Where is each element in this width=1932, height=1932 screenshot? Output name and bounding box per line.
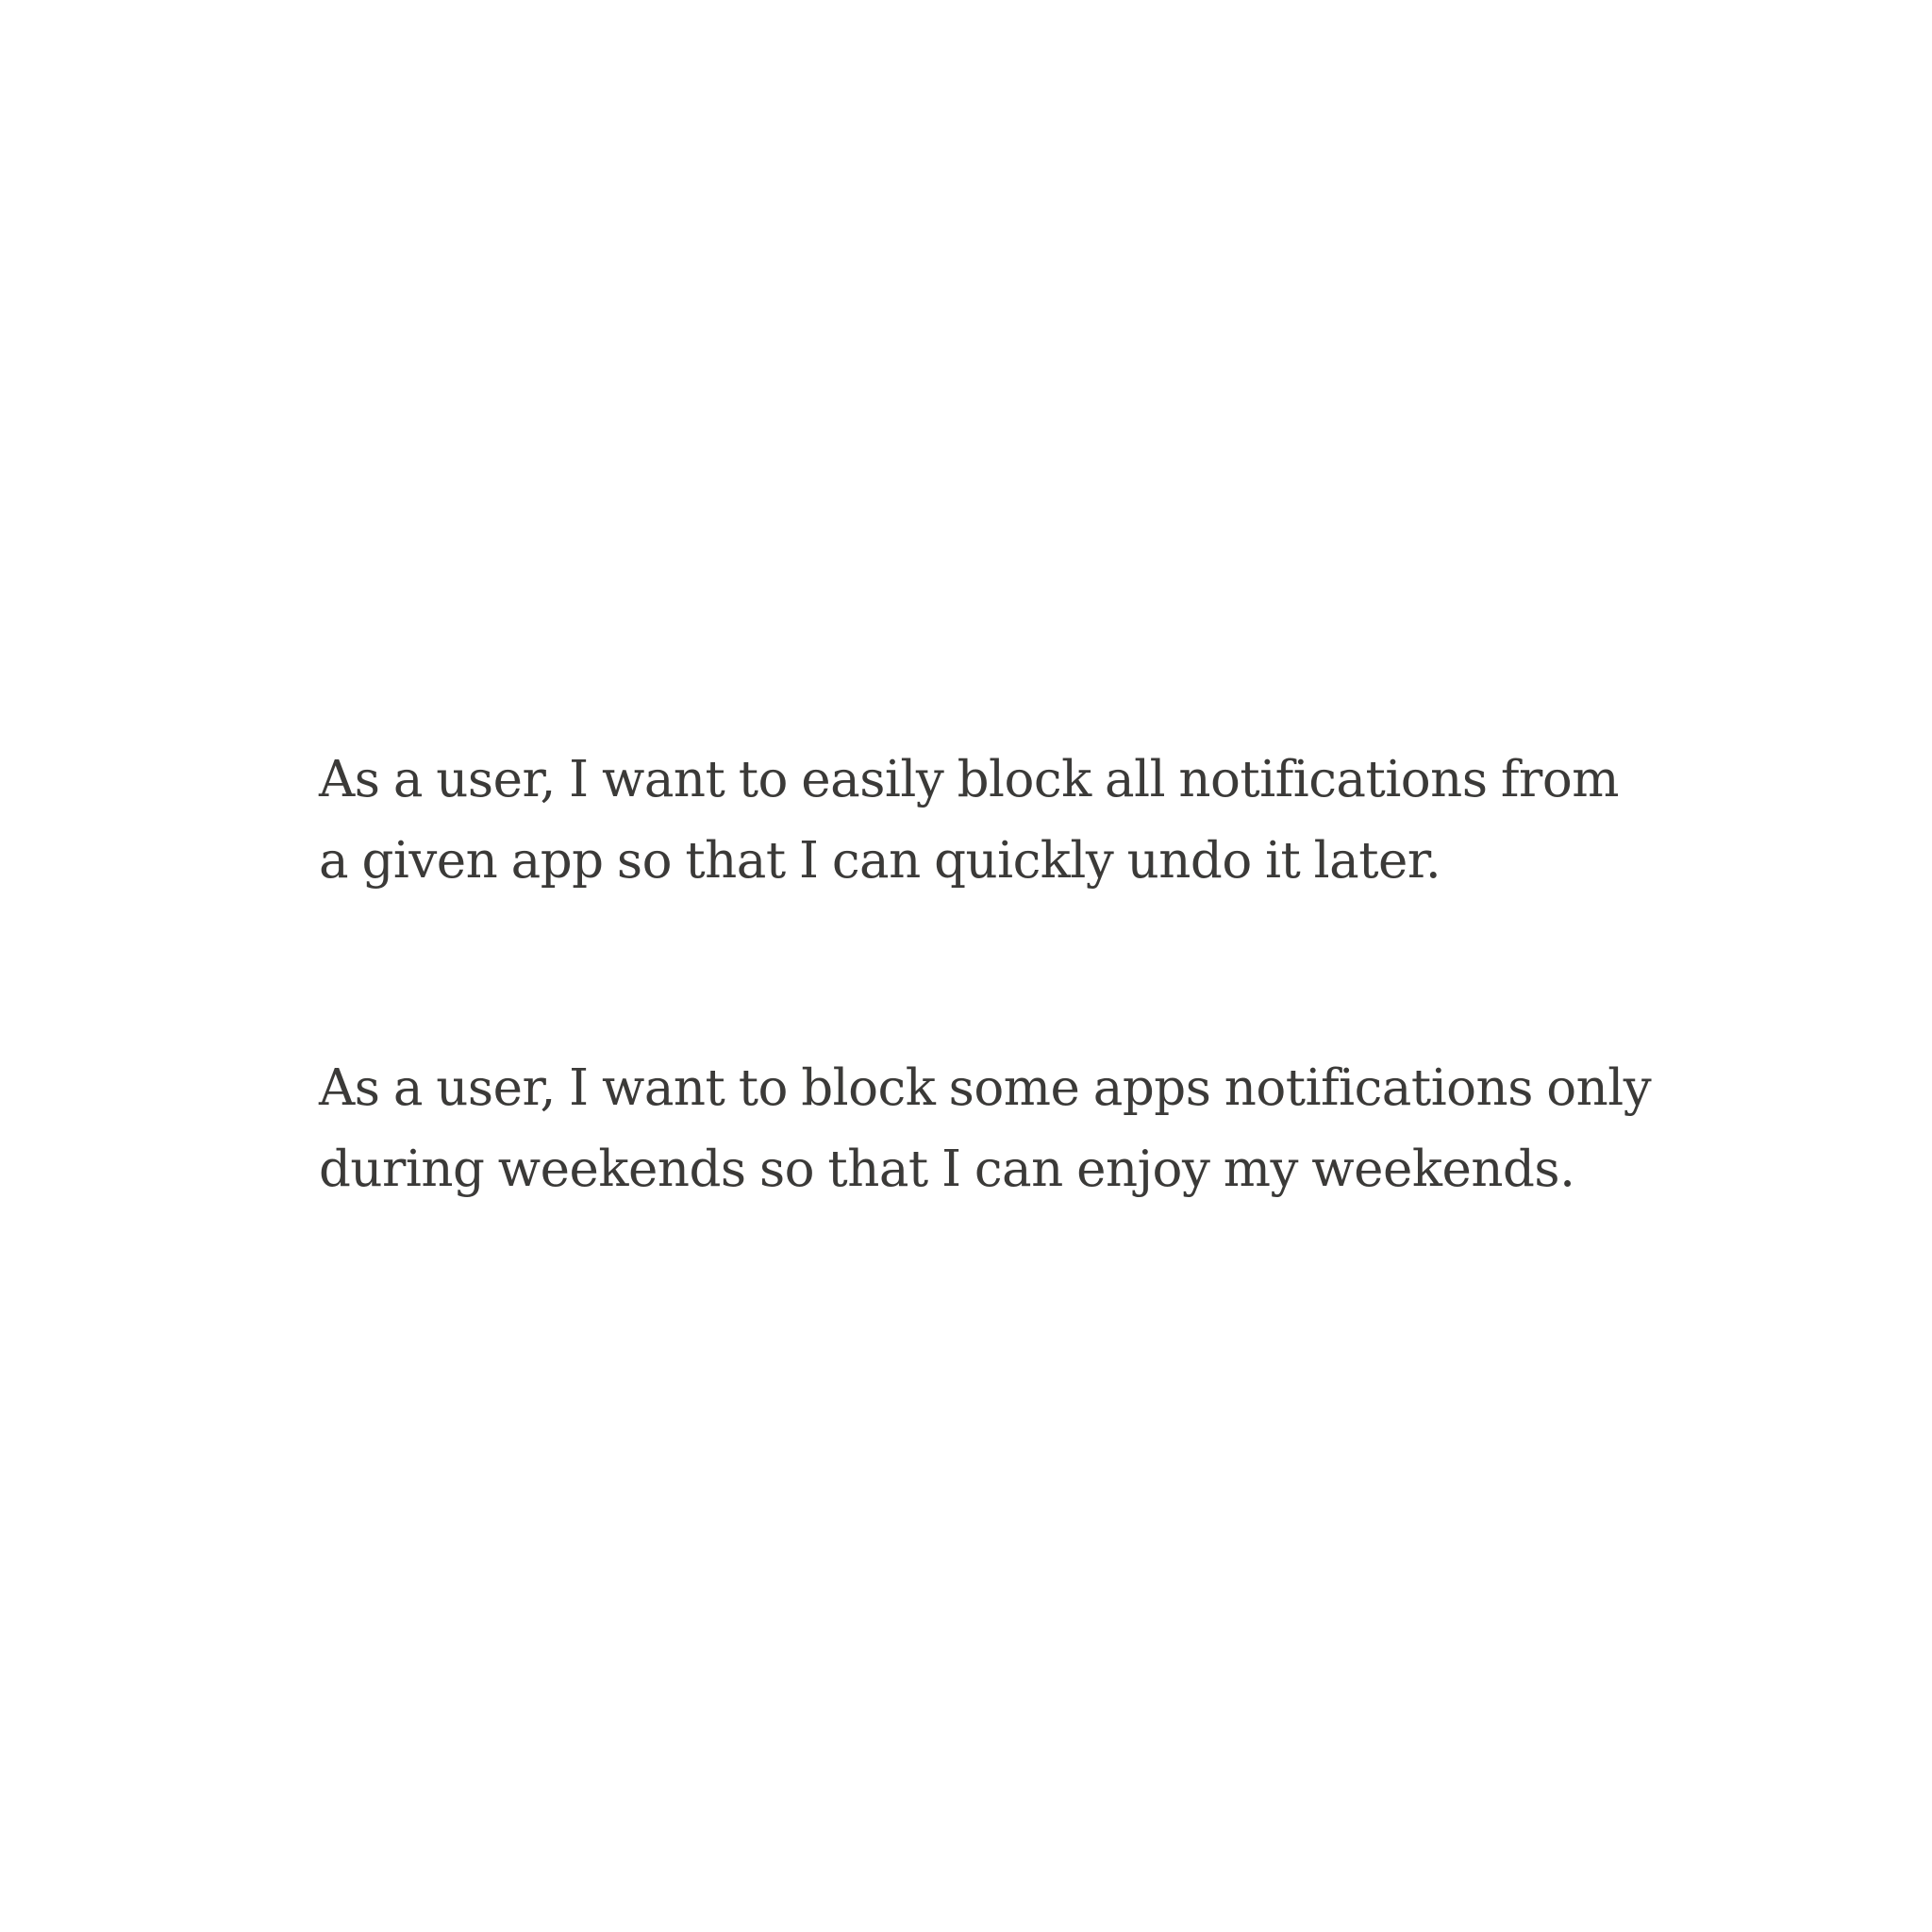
page: As a user, I want to easily block all no… <box>0 0 1932 1932</box>
user-story: As a user, I want to easily block all no… <box>319 751 1619 890</box>
user-story-list: As a user, I want to easily block all no… <box>319 740 1658 1210</box>
user-story: As a user, I want to block some apps not… <box>319 1059 1652 1198</box>
